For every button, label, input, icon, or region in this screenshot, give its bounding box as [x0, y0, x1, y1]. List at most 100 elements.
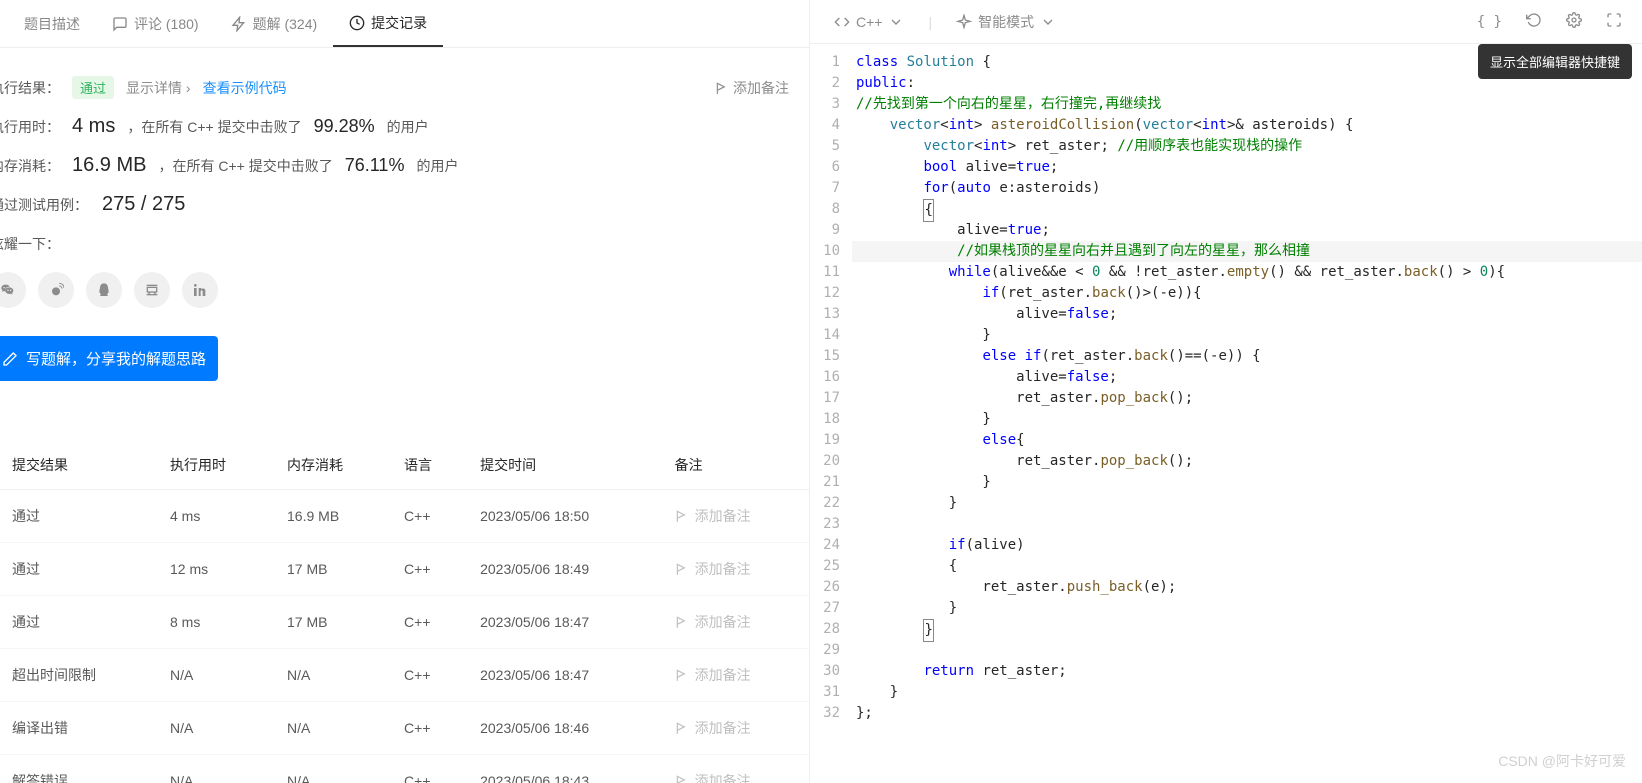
flag-icon: [675, 562, 689, 576]
code-line[interactable]: {: [852, 556, 1642, 577]
write-solution-button[interactable]: 写题解，分享我的解题思路: [0, 336, 218, 381]
code-body[interactable]: class Solution {public://先找到第一个向右的星星，右行撞…: [852, 44, 1642, 783]
code-line[interactable]: bool alive=true;: [852, 157, 1642, 178]
code-line[interactable]: }: [852, 619, 1642, 640]
solution-icon: [231, 16, 247, 32]
code-line[interactable]: while(alive&&e < 0 && !ret_aster.empty()…: [852, 262, 1642, 283]
code-line[interactable]: [852, 640, 1642, 661]
add-note-cell[interactable]: 添加备注: [675, 559, 797, 579]
cell-memory: 16.9 MB: [275, 490, 392, 543]
table-row[interactable]: 通过 12 ms 17 MB C++ 2023/05/06 18:49 添加备注: [0, 543, 809, 596]
cell-time: 2023/05/06 18:47: [468, 649, 663, 702]
code-line[interactable]: {: [852, 199, 1642, 220]
table-row[interactable]: 编译出错 N/A N/A C++ 2023/05/06 18:46 添加备注: [0, 702, 809, 755]
code-line[interactable]: }: [852, 598, 1642, 619]
code-line[interactable]: ret_aster.pop_back();: [852, 388, 1642, 409]
reset-button[interactable]: [1522, 8, 1546, 35]
cell-lang: C++: [392, 543, 468, 596]
memory-label: 内存消耗：: [0, 156, 60, 176]
code-line[interactable]: };: [852, 703, 1642, 724]
share-label: 炫耀一下：: [0, 224, 809, 264]
code-line[interactable]: }: [852, 409, 1642, 430]
th-language[interactable]: 语言: [392, 441, 468, 490]
cell-memory: 17 MB: [275, 596, 392, 649]
left-panel: 题目描述 评论 (180) 题解 (324) 提交记录 执行结果： 通过 显示详…: [0, 0, 810, 783]
code-line[interactable]: return ret_aster;: [852, 661, 1642, 682]
fullscreen-button[interactable]: [1602, 8, 1626, 35]
code-line[interactable]: ret_aster.pop_back();: [852, 451, 1642, 472]
tab-description[interactable]: 题目描述: [8, 2, 96, 46]
code-line[interactable]: }: [852, 325, 1642, 346]
code-line[interactable]: if(ret_aster.back()>(-e)){: [852, 283, 1642, 304]
watermark: CSDN @阿卡好可爱: [1498, 751, 1626, 771]
code-line[interactable]: ret_aster.push_back(e);: [852, 577, 1642, 598]
weibo-icon[interactable]: [38, 272, 74, 308]
th-status[interactable]: 提交结果: [0, 441, 158, 490]
code-line[interactable]: vector<int> asteroidCollision(vector<int…: [852, 115, 1642, 136]
cell-memory: N/A: [275, 755, 392, 783]
table-row[interactable]: 通过 8 ms 17 MB C++ 2023/05/06 18:47 添加备注: [0, 596, 809, 649]
douban-icon[interactable]: [134, 272, 170, 308]
cell-lang: C++: [392, 755, 468, 783]
tab-submissions[interactable]: 提交记录: [333, 1, 443, 47]
wechat-icon[interactable]: [0, 272, 26, 308]
code-line[interactable]: for(auto e:asteroids): [852, 178, 1642, 199]
table-row[interactable]: 通过 4 ms 16.9 MB C++ 2023/05/06 18:50 添加备…: [0, 490, 809, 543]
code-line[interactable]: vector<int> ret_aster; //用顺序表也能实现栈的操作: [852, 136, 1642, 157]
cell-status: 通过: [0, 543, 158, 596]
status-badge: 通过: [72, 76, 114, 99]
cell-runtime: N/A: [158, 755, 275, 783]
shortcut-tooltip: 显示全部编辑器快捷键: [1478, 44, 1632, 79]
flag-icon: [675, 721, 689, 735]
mode-select[interactable]: 智能模式: [948, 8, 1064, 36]
cell-runtime: N/A: [158, 702, 275, 755]
code-line[interactable]: else{: [852, 430, 1642, 451]
code-line[interactable]: }: [852, 472, 1642, 493]
add-note-cell[interactable]: 添加备注: [675, 506, 797, 526]
table-row[interactable]: 解答错误 N/A N/A C++ 2023/05/06 18:43 添加备注: [0, 755, 809, 783]
code-line[interactable]: [852, 514, 1642, 535]
cell-time: 2023/05/06 18:46: [468, 702, 663, 755]
th-time[interactable]: 提交时间: [468, 441, 663, 490]
runtime-label: 执行用时：: [0, 117, 60, 137]
code-line[interactable]: }: [852, 682, 1642, 703]
th-note[interactable]: 备注: [663, 441, 809, 490]
cell-status: 编译出错: [0, 702, 158, 755]
code-line[interactable]: }: [852, 493, 1642, 514]
sparkle-icon: [956, 14, 972, 30]
code-editor[interactable]: 1234567891011121314151617181920212223242…: [810, 44, 1642, 783]
linkedin-icon[interactable]: [182, 272, 218, 308]
add-note-cell[interactable]: 添加备注: [675, 718, 797, 738]
tab-comments[interactable]: 评论 (180): [96, 2, 215, 46]
tab-solutions[interactable]: 题解 (324): [215, 2, 334, 46]
add-note-cell[interactable]: 添加备注: [675, 665, 797, 685]
code-line[interactable]: alive=true;: [852, 220, 1642, 241]
code-line[interactable]: alive=false;: [852, 367, 1642, 388]
qq-icon[interactable]: [86, 272, 122, 308]
add-note-cell[interactable]: 添加备注: [675, 771, 797, 783]
flag-icon: [675, 509, 689, 523]
code-line[interactable]: //如果栈顶的星星向右并且遇到了向左的星星，那么相撞: [852, 241, 1642, 262]
chevron-down-icon: [1040, 14, 1056, 30]
code-line[interactable]: alive=false;: [852, 304, 1642, 325]
code-line[interactable]: //先找到第一个向右的星星，右行撞完,再继续找: [852, 94, 1642, 115]
add-note-cell[interactable]: 添加备注: [675, 612, 797, 632]
cell-lang: C++: [392, 649, 468, 702]
code-line[interactable]: else if(ret_aster.back()==(-e)) {: [852, 346, 1642, 367]
cell-runtime: N/A: [158, 649, 275, 702]
history-icon: [349, 15, 365, 31]
example-code-link[interactable]: 查看示例代码: [203, 78, 287, 98]
th-memory[interactable]: 内存消耗: [275, 441, 392, 490]
cell-memory: N/A: [275, 649, 392, 702]
table-row[interactable]: 超出时间限制 N/A N/A C++ 2023/05/06 18:47 添加备注: [0, 649, 809, 702]
flag-icon: [675, 774, 689, 783]
brace-format-button[interactable]: { }: [1473, 10, 1506, 34]
add-note-link[interactable]: 添加备注: [715, 78, 789, 98]
pencil-icon: [2, 351, 18, 367]
show-detail-link[interactable]: 显示详情 ›: [126, 78, 191, 98]
settings-button[interactable]: [1562, 8, 1586, 35]
th-runtime[interactable]: 执行用时: [158, 441, 275, 490]
code-line[interactable]: if(alive): [852, 535, 1642, 556]
result-label: 执行结果：: [0, 78, 60, 98]
language-select[interactable]: C++: [826, 10, 912, 34]
